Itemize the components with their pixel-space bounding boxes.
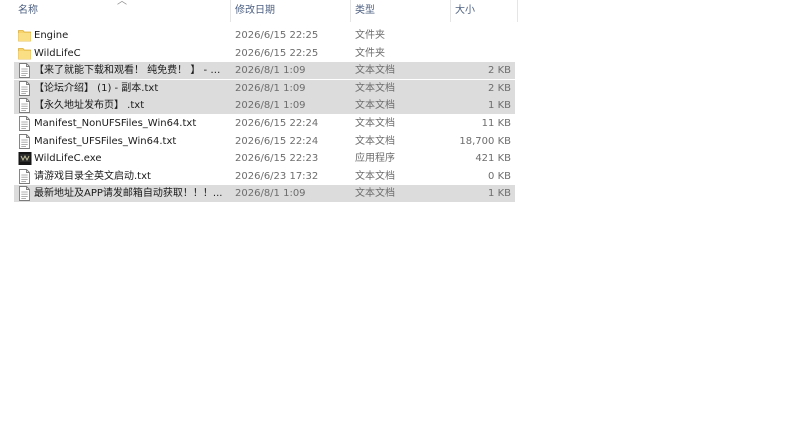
file-type: 文本文档 xyxy=(355,100,395,112)
file-date: 2026/8/1 1:09 xyxy=(235,100,306,112)
text-file-icon xyxy=(18,133,31,149)
folder-icon xyxy=(18,28,31,43)
column-header-size[interactable]: 大小 xyxy=(451,0,517,22)
column-divider[interactable] xyxy=(517,0,518,22)
file-date: 2026/6/15 22:23 xyxy=(235,153,319,165)
file-date: 2026/6/15 22:25 xyxy=(235,47,319,59)
app-exe-icon xyxy=(18,151,32,166)
file-type: 应用程序 xyxy=(355,153,395,165)
file-date: 2026/6/15 22:24 xyxy=(235,118,319,129)
file-size: 18,700 KB xyxy=(459,135,511,147)
text-file-icon xyxy=(18,63,31,79)
file-size: 0 KB xyxy=(488,170,511,182)
file-date: 2026/8/1 1:09 xyxy=(235,82,306,94)
file-name: Manifest_NonUFSFiles_Win64.txt xyxy=(34,118,197,129)
file-row[interactable]: WildLifeC.exe 2026/6/15 22:23 应用程序 421 KB xyxy=(14,150,515,167)
file-size: 2 KB xyxy=(488,82,511,94)
file-name: 【来了就能下载和观看！ 纯免费！ 】 - 副... xyxy=(34,65,226,77)
file-name: 最新地址及APP请发邮箱自动获取！！！... xyxy=(34,188,223,200)
text-file-icon xyxy=(18,116,31,131)
file-row[interactable]: 请游戏目录全英文启动.txt 2026/6/23 17:32 文本文档 0 KB xyxy=(14,168,515,185)
column-header-date[interactable]: 修改日期 xyxy=(231,0,350,22)
file-row[interactable]: 【论坛介绍】 (1) - 副本.txt 2026/8/1 1:09 文本文档 2 KB xyxy=(14,79,515,97)
file-type: 文件夹 xyxy=(355,30,385,41)
file-name: WildLifeC xyxy=(34,47,81,59)
file-type: 文本文档 xyxy=(355,118,395,129)
text-file-icon xyxy=(18,80,31,96)
file-name: 【论坛介绍】 (1) - 副本.txt xyxy=(34,82,159,94)
file-row[interactable]: 【永久地址发布页】 .txt 2026/8/1 1:09 文本文档 1 KB xyxy=(14,97,515,115)
file-type: 文本文档 xyxy=(355,65,395,77)
file-size: 1 KB xyxy=(488,188,511,200)
file-row[interactable]: Engine 2026/6/15 22:25 文件夹 xyxy=(14,27,515,44)
sort-ascending-icon[interactable]: ︿ xyxy=(117,0,127,7)
file-date: 2026/8/1 1:09 xyxy=(235,188,306,200)
file-name: WildLifeC.exe xyxy=(34,153,102,165)
file-date: 2026/6/15 22:24 xyxy=(235,135,319,147)
file-date: 2026/8/1 1:09 xyxy=(235,65,306,77)
file-date: 2026/6/15 22:25 xyxy=(235,30,319,41)
folder-icon xyxy=(18,46,31,61)
text-file-icon xyxy=(18,168,31,184)
file-type: 文本文档 xyxy=(355,170,395,182)
column-header: 名称 ︿ 修改日期 类型 大小 xyxy=(0,0,520,22)
text-file-icon xyxy=(18,98,31,114)
file-size: 11 KB xyxy=(481,118,511,129)
file-row[interactable]: 【来了就能下载和观看！ 纯免费！ 】 - 副... 2026/8/1 1:09 文本… xyxy=(14,62,515,80)
file-name: Engine xyxy=(34,30,69,41)
file-row[interactable]: 最新地址及APP请发邮箱自动获取！！！... 2026/8/1 1:09 文本文档 1… xyxy=(14,185,515,203)
file-type: 文本文档 xyxy=(355,82,395,94)
file-name: Manifest_UFSFiles_Win64.txt xyxy=(34,135,177,147)
file-type: 文件夹 xyxy=(355,47,385,59)
file-row[interactable]: Manifest_UFSFiles_Win64.txt 2026/6/15 22:… xyxy=(14,133,515,150)
file-type: 文本文档 xyxy=(355,188,395,200)
file-type: 文本文档 xyxy=(355,135,395,147)
column-header-type[interactable]: 类型 xyxy=(351,0,450,22)
file-size xyxy=(445,27,511,44)
file-row[interactable]: Manifest_NonUFSFiles_Win64.txt 2026/6/15 … xyxy=(14,115,515,132)
file-name: 请游戏目录全英文启动.txt xyxy=(34,170,151,182)
text-file-icon xyxy=(18,186,31,202)
file-size: 2 KB xyxy=(488,65,511,77)
file-name: 【永久地址发布页】 .txt xyxy=(34,100,145,112)
file-size: 1 KB xyxy=(488,100,511,112)
file-size xyxy=(445,45,511,62)
file-size: 421 KB xyxy=(475,153,511,165)
file-row[interactable]: WildLifeC 2026/6/15 22:25 文件夹 xyxy=(14,45,515,62)
file-date: 2026/6/23 17:32 xyxy=(235,170,319,182)
